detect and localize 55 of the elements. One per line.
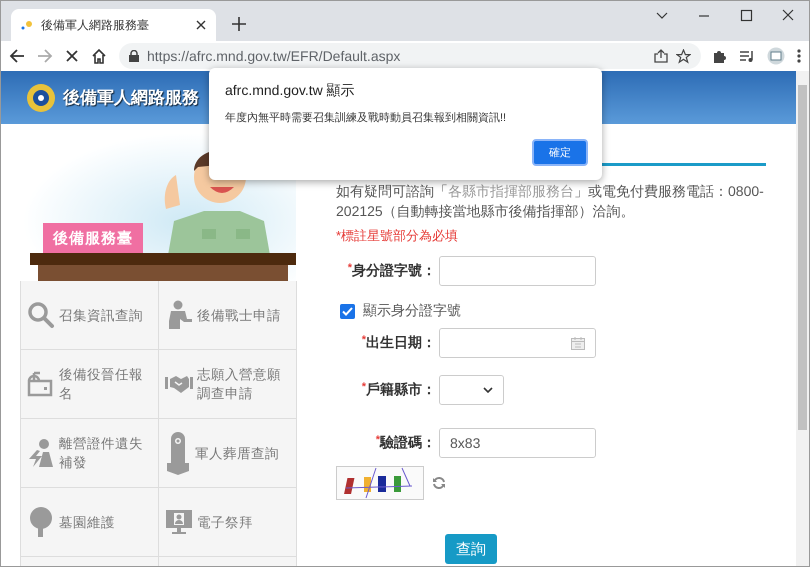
service-menu-tile[interactable]: 離營證件遺失補發 [21,419,159,488]
stop-icon[interactable] [65,49,79,63]
star-icon[interactable] [676,48,691,64]
lock-icon [129,50,139,62]
profile-icon[interactable] [767,47,785,65]
home-icon[interactable] [91,48,107,64]
refresh-icon[interactable] [432,476,446,490]
service-menu-tile[interactable]: 召集資訊查詢 [21,281,159,350]
puzzle-icon[interactable] [713,49,727,63]
address-bar[interactable]: https://afrc.mnd.gov.tw/EFR/Default.aspx [119,43,701,69]
field-label: *驗證碼： [374,434,436,452]
share-icon[interactable] [654,49,668,63]
portrait-monitor-icon [165,509,193,535]
browser-tab[interactable]: 後備軍人網路服務臺 [11,9,216,41]
service-menu-tile[interactable]: 後備役晉任報名 [21,350,159,419]
favicon-icon [21,19,33,31]
service-menu-tile[interactable]: 志願入營意願調查申請 [159,350,297,419]
tab-title: 後備軍人網路服務臺 [41,16,150,34]
monument-icon [165,431,191,475]
site-title: 後備軍人網路服務 [63,87,199,109]
mailbox-icon [27,371,55,397]
scrollbar[interactable] [796,71,809,566]
field-label: *戶籍縣市： [360,381,436,399]
required-note: *標註星號部分為必填 [336,227,460,245]
ok-button[interactable]: 確定 [532,139,588,166]
service-menu-tile[interactable]: 墓園維護 [21,488,159,557]
service-desk-sign: 後備服務臺 [43,223,143,254]
checkbox[interactable] [340,304,355,318]
service-desk-link[interactable]: 各縣市指揮部服務台 [448,183,574,199]
service-menu-tile[interactable]: 軍人葬厝查詢 [159,419,297,488]
chevron-down-icon [483,387,493,393]
close-icon[interactable] [196,20,206,30]
new-tab-icon[interactable] [232,17,246,31]
dialog-message: 年度內無平時需要召集訓練及戰時動員召集報到相關資訊!! [225,110,508,125]
input-field[interactable]: 8x83 [439,428,596,458]
service-menu-tile[interactable]: 電子祭拜 [159,488,297,557]
broken-person-icon [27,438,55,468]
service-menu-tile[interactable]: 後備戰士申請 [159,281,297,350]
menu-icon[interactable] [797,49,801,63]
field-label: *出生日期： [360,334,436,352]
checkbox-label: 顯示身分證字號 [363,302,461,320]
contact-info-text: 如有疑問可諮詢「各縣市指揮部服務台」或電免付費服務電話：0800-202125（自動轉接當地縣市後備指揮部）洽詢。 [336,182,765,221]
input-field[interactable] [439,256,596,286]
query-button[interactable]: 查詢 [445,534,497,564]
playlist-icon[interactable] [739,49,755,63]
tree-icon [27,506,55,538]
emblem-icon [25,82,57,114]
calendar-icon [571,336,585,350]
search-icon [27,301,55,329]
dialog-title: afrc.mnd.gov.tw 顯示 [225,82,356,100]
date-field[interactable] [439,328,596,358]
back-arrow-icon[interactable] [9,48,25,64]
handshake-icon [165,373,193,395]
url-text: https://afrc.mnd.gov.tw/EFR/Default.aspx [147,48,402,64]
field-label: *身分證字號： [346,262,436,280]
